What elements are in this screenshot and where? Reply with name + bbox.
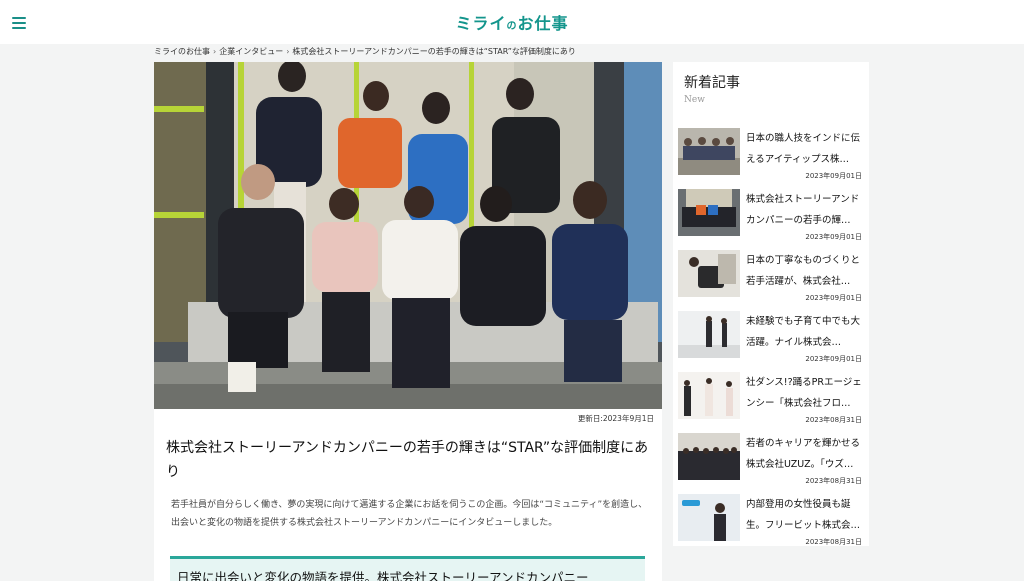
breadcrumb-current: 株式会社ストーリーアンドカンパニーの若手の輝きは“STAR”な評価制度にあり: [292, 47, 576, 56]
sidebar-article-date: 2023年09月01日: [805, 294, 862, 302]
logo-small: の: [506, 21, 518, 32]
hero-photo: [154, 62, 662, 409]
article-thumbnail: [678, 494, 740, 541]
sidebar-article-item[interactable]: 内部登用の女性役員も誕生。フリービット株式会… 2023年08月31日: [678, 491, 866, 552]
breadcrumb-home[interactable]: ミライのお仕事: [154, 47, 210, 56]
sidebar-article-title: 株式会社ストーリーアンドカンパニーの若手の輝…: [746, 194, 860, 226]
sidebar-article-date: 2023年09月01日: [805, 233, 862, 241]
sidebar-subheading: New: [684, 95, 705, 105]
sidebar-article-item[interactable]: 株式会社ストーリーアンドカンパニーの若手の輝… 2023年09月01日: [678, 186, 866, 247]
article-thumbnail: [678, 311, 740, 358]
chevron-right-icon: ›: [213, 47, 217, 56]
article-lead: 若手社員が自分らしく働き、夢の実現に向けて邁進する企業にお話を伺うこの企画。今回…: [171, 500, 648, 528]
article-thumbnail: [678, 128, 740, 175]
group-photo-image: [154, 62, 662, 409]
sidebar-article-title: 社ダンス!?踊るPRエージェンシー「株式会社フロ…: [746, 377, 862, 409]
article-thumbnail: [678, 189, 740, 236]
breadcrumb-category[interactable]: 企業インタビュー: [219, 47, 283, 56]
sidebar-article-item[interactable]: 日本の丁寧なものづくりと若手活躍が、株式会社… 2023年09月01日: [678, 247, 866, 308]
article-thumbnail: [678, 433, 740, 480]
section-heading-box: 日常に出会いと変化の物語を提供。株式会社ストーリーアンドカンパニー: [170, 556, 645, 581]
article-main: 更新日:2023年9月1日 株式会社ストーリーアンドカンパニーの若手の輝きは“S…: [154, 62, 662, 581]
sidebar-article-title: 内部登用の女性役員も誕生。フリービット株式会…: [746, 499, 861, 531]
site-header: ミライのお仕事: [0, 0, 1024, 44]
logo-text-rest: お仕事: [517, 14, 569, 33]
sidebar-article-date: 2023年09月01日: [805, 172, 862, 180]
logo-text: ミライ: [455, 14, 507, 33]
sidebar-article-title: 若者のキャリアを輝かせる株式会社UZUZ。「ウズ…: [746, 438, 861, 470]
article-thumbnail: [678, 250, 740, 297]
sidebar-new-articles: 新着記事 New 日本の職人技をインドに伝えるアイティップス株… 2023年09…: [673, 62, 869, 546]
sidebar-article-item[interactable]: 社ダンス!?踊るPRエージェンシー「株式会社フロ… 2023年08月31日: [678, 369, 866, 430]
chevron-right-icon: ›: [286, 47, 290, 56]
updated-date: 更新日:2023年9月1日: [577, 414, 654, 423]
site-logo[interactable]: ミライのお仕事: [0, 10, 1024, 34]
section-heading: 日常に出会いと変化の物語を提供。株式会社ストーリーアンドカンパニー: [177, 570, 589, 581]
sidebar-article-title: 未経験でも子育て中でも大活躍。ナイル株式会…: [746, 316, 861, 348]
sidebar-article-date: 2023年08月31日: [805, 416, 862, 424]
article-title: 株式会社ストーリーアンドカンパニーの若手の輝きは“STAR”な評価制度にあり: [166, 440, 649, 480]
sidebar-article-title: 日本の丁寧なものづくりと若手活躍が、株式会社…: [746, 255, 861, 287]
sidebar-article-date: 2023年08月31日: [805, 477, 862, 485]
sidebar-article-item[interactable]: 未経験でも子育て中でも大活躍。ナイル株式会… 2023年09月01日: [678, 308, 866, 369]
article-thumbnail: [678, 372, 740, 419]
breadcrumb: ミライのお仕事 › 企業インタビュー › 株式会社ストーリーアンドカンパニーの若手の輝き…: [154, 46, 576, 57]
sidebar-heading: 新着記事: [684, 75, 740, 91]
sidebar-article-item[interactable]: 日本の職人技をインドに伝えるアイティップス株… 2023年09月01日: [678, 125, 866, 186]
sidebar-article-item[interactable]: 若者のキャリアを輝かせる株式会社UZUZ。「ウズ… 2023年08月31日: [678, 430, 866, 491]
sidebar-article-title: 日本の職人技をインドに伝えるアイティップス株…: [746, 133, 861, 165]
sidebar-article-date: 2023年09月01日: [805, 355, 862, 363]
sidebar-article-date: 2023年08月31日: [805, 538, 862, 546]
